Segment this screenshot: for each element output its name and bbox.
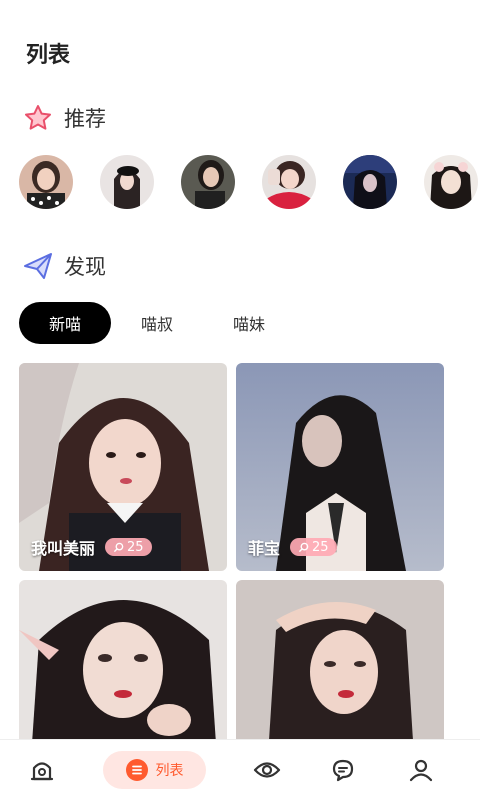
like-count: 25 [312, 539, 329, 555]
tab-new[interactable]: 新喵 [19, 302, 111, 344]
avatar[interactable] [19, 155, 73, 209]
tab-list-label: 列表 [155, 763, 184, 779]
discover-title: 发现 [64, 255, 106, 279]
card-caption: 我叫美丽 25 [31, 535, 152, 559]
avatar[interactable] [100, 155, 154, 209]
recommend-header: 推荐 [22, 102, 106, 134]
recommend-avatar-list [19, 155, 478, 209]
search-icon [113, 542, 124, 552]
profile-photo [236, 580, 444, 740]
like-badge: 25 [290, 538, 337, 556]
profile-grid: 我叫美丽 25 菲宝 25 [19, 363, 445, 740]
eye-icon [253, 762, 281, 778]
avatar[interactable] [424, 155, 478, 209]
card-name: 我叫美丽 [31, 539, 96, 558]
recommend-title: 推荐 [64, 107, 106, 131]
avatar[interactable] [181, 155, 235, 209]
tab-profile[interactable] [401, 752, 441, 788]
user-icon [409, 759, 433, 782]
bottom-tab-bar: 列表 [0, 739, 480, 800]
profile-card[interactable] [236, 580, 444, 740]
search-icon [298, 542, 309, 552]
profile-card[interactable] [19, 580, 227, 740]
tab-watch[interactable] [247, 752, 287, 788]
star-icon [22, 102, 54, 134]
tab-uncle[interactable]: 喵叔 [111, 302, 203, 344]
like-badge: 25 [105, 538, 152, 556]
list-icon [125, 759, 148, 781]
home-icon [30, 762, 54, 781]
profile-card[interactable]: 菲宝 25 [236, 363, 444, 571]
tab-sister[interactable]: 喵妹 [203, 302, 295, 344]
tab-messages[interactable] [323, 752, 363, 788]
page-title: 列表 [26, 43, 71, 68]
like-count: 25 [127, 539, 144, 555]
profile-card[interactable]: 我叫美丽 25 [19, 363, 227, 571]
card-caption: 菲宝 25 [248, 535, 337, 559]
paper-plane-icon [22, 250, 54, 282]
chat-icon [332, 759, 354, 782]
tab-home[interactable] [22, 752, 62, 788]
avatar[interactable] [343, 155, 397, 209]
discover-header: 发现 [22, 250, 106, 282]
category-tabs: 新喵 喵叔 喵妹 [19, 302, 295, 344]
card-name: 菲宝 [248, 539, 281, 558]
profile-photo [19, 580, 227, 740]
avatar[interactable] [262, 155, 316, 209]
tab-list[interactable]: 列表 [103, 751, 206, 789]
